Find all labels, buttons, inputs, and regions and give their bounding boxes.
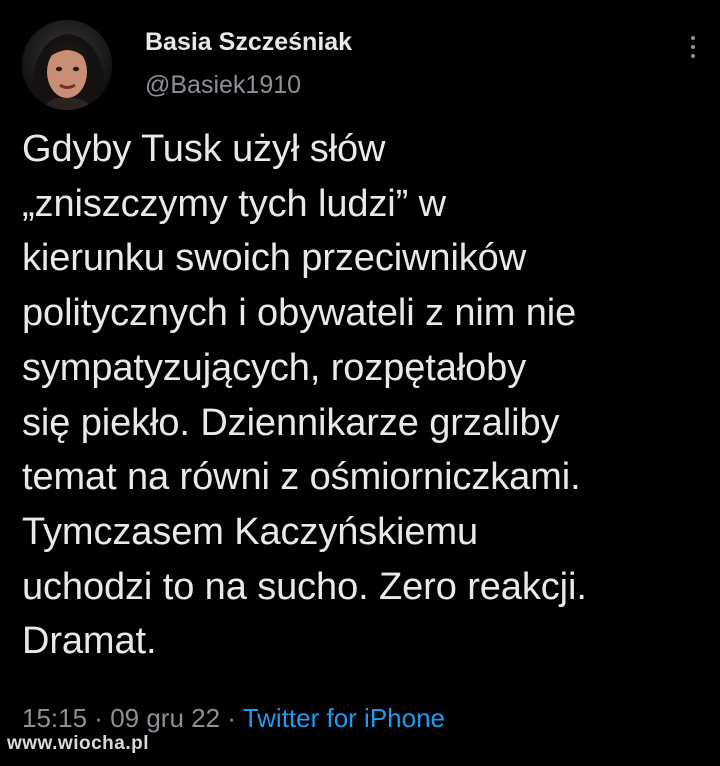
author-name[interactable]: Basia Szcześniak [145,28,352,57]
tweet-text-line: Gdyby Tusk użył słów [22,128,386,170]
tweet-meta: 15:15 · 09 gru 22 · Twitter for iPhone [22,703,445,734]
tweet-text-line: temat na równi z ośmiorniczkami. [22,456,581,499]
tweet-text-line: się piekło. Dziennikarze grzaliby [22,401,560,444]
watermark: www.wiocha.pl [7,733,149,754]
avatar-image [22,20,112,110]
tweet-text-line: Dramat. [22,620,157,663]
author-handle[interactable]: @Basiek1910 [145,71,301,100]
tweet-header: Basia Szcześniak @Basiek1910 [22,20,698,112]
tweet-text-line: sympatyzujących, rozpętałoby [22,346,527,389]
tweet-source-link[interactable]: Twitter for iPhone [243,703,445,733]
tweet-text-line: kierunku swoich przeciwników [22,237,527,280]
tweet-text: Gdyby Tusk użył słów „zniszczymy tych lu… [22,122,702,669]
tweet-card: Basia Szcześniak @Basiek1910 Gdyby Tusk … [0,0,720,766]
tweet-date[interactable]: 09 gru 22 [110,703,220,733]
tweet-text-line: „zniszczymy tych ludzi” w [22,182,446,225]
meta-separator: · [220,703,243,733]
more-vertical-icon[interactable] [688,34,698,60]
meta-separator: · [87,703,111,733]
tweet-text-line: politycznych i obywateli z nim nie [22,292,577,335]
avatar[interactable] [22,20,112,110]
tweet-time[interactable]: 15:15 [22,703,87,733]
tweet-text-line: uchodzi to na sucho. Zero reakcji. [22,565,587,608]
tweet-text-line: Tymczasem Kaczyńskiemu [22,510,479,553]
